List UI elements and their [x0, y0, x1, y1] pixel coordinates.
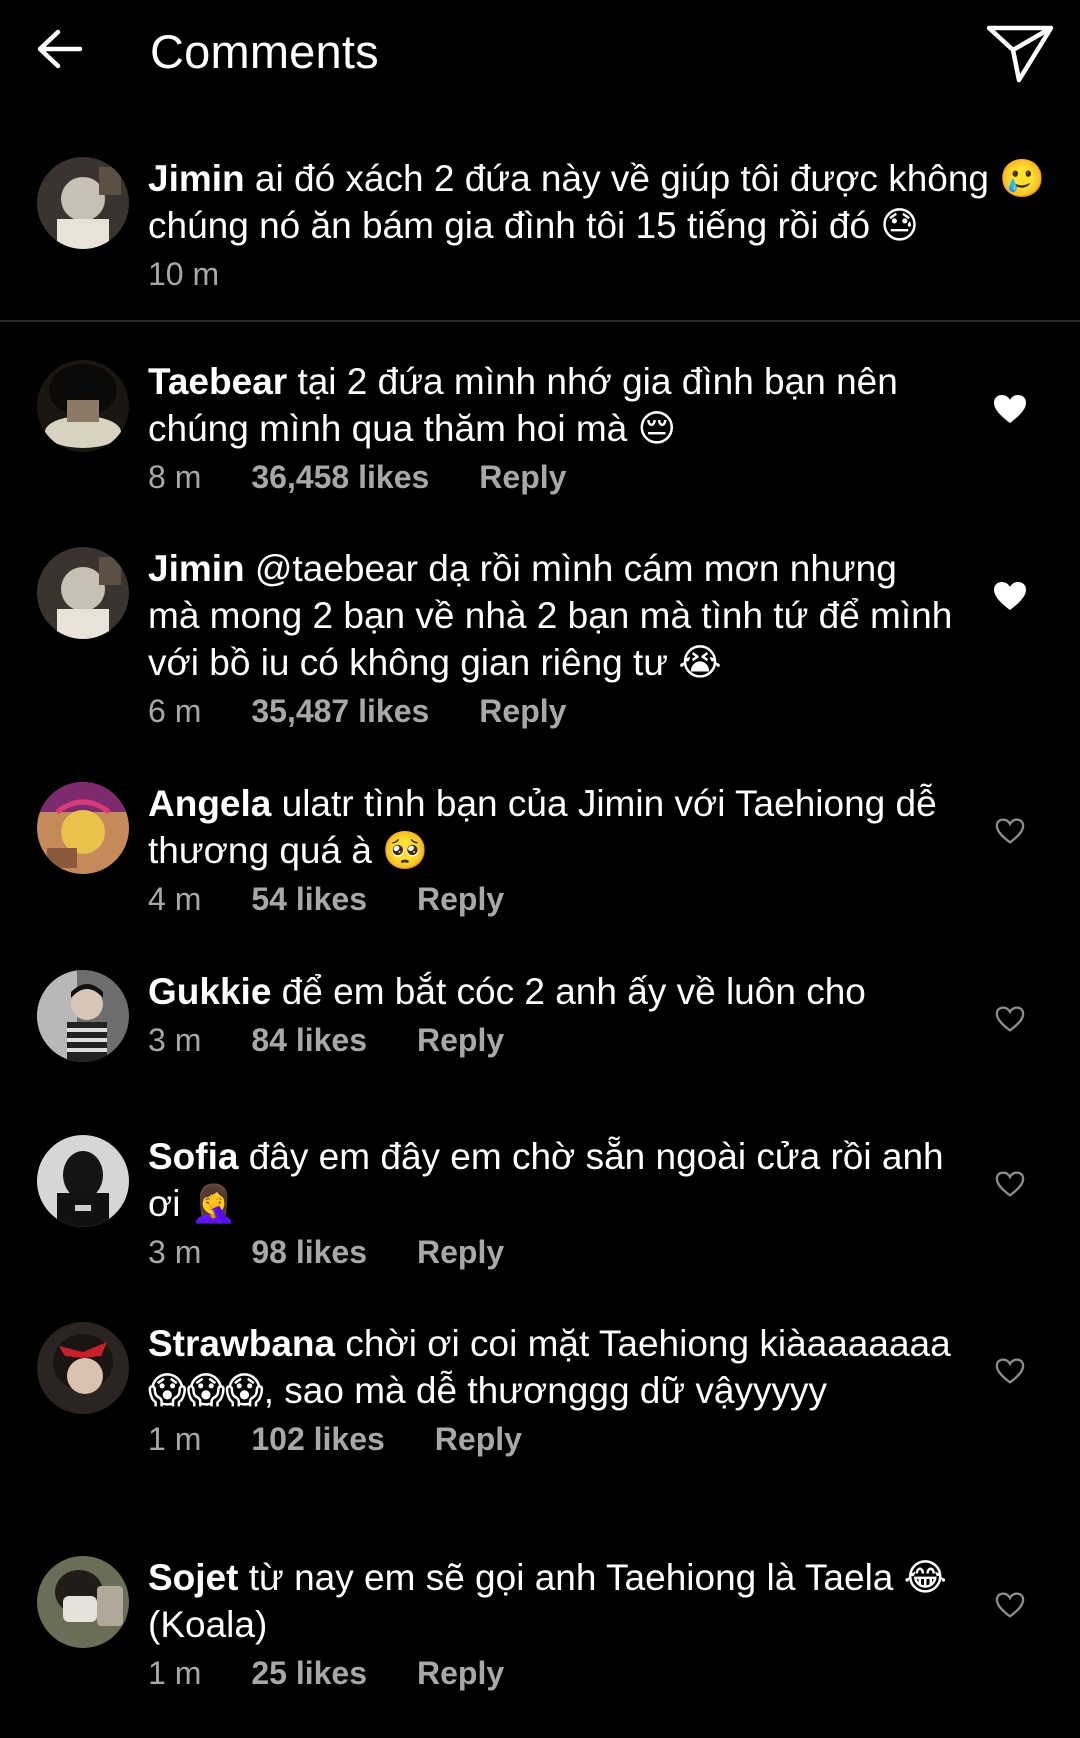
comment-time: 3 m [148, 1022, 202, 1058]
comment-likes[interactable]: 54 likes [251, 878, 367, 920]
reply-button[interactable]: Reply [417, 1652, 504, 1694]
comment-username[interactable]: Strawbana [148, 1323, 335, 1364]
comment-time: 4 m [148, 881, 202, 917]
arrow-left-icon [36, 29, 83, 74]
comment-text: Strawbana chời ơi coi mặt Taehiong kiàaa… [148, 1320, 953, 1414]
heart-outline-icon [994, 1591, 1026, 1624]
comment-likes[interactable]: 84 likes [251, 1019, 367, 1061]
heart-outline-icon [994, 1357, 1026, 1390]
avatar[interactable] [37, 360, 129, 452]
avatar[interactable] [37, 157, 129, 249]
comment-username[interactable]: Angela [148, 783, 271, 824]
comment-username[interactable]: Sojet [148, 1557, 238, 1598]
avatar[interactable] [37, 970, 129, 1062]
like-button[interactable] [990, 1166, 1030, 1206]
avatar[interactable] [37, 1135, 129, 1227]
comment-meta: 6 m 35,487 likes Reply [148, 690, 1048, 732]
share-button[interactable] [980, 20, 1060, 90]
comment-likes[interactable]: 25 likes [251, 1652, 367, 1694]
like-button[interactable] [990, 1001, 1030, 1041]
reply-button[interactable]: Reply [435, 1418, 522, 1460]
comment-text: Taebear tại 2 đứa mình nhớ gia đình bạn … [148, 358, 953, 452]
heart-outline-icon [994, 817, 1026, 850]
comment-text: Gukkie để em bắt cóc 2 anh ấy về luôn ch… [148, 968, 953, 1015]
comment-likes[interactable]: 35,487 likes [251, 690, 429, 732]
reply-button[interactable]: Reply [479, 456, 566, 498]
comment-text: Angela ulatr tình bạn của Jimin với Taeh… [148, 780, 953, 874]
comment-text: Sofia đây em đây em chờ sẵn ngoài cửa rồ… [148, 1133, 953, 1227]
comment-body: @taebear dạ rồi mình cám mơn nhưng mà mo… [148, 548, 953, 683]
comment-text: Jimin @taebear dạ rồi mình cám mơn nhưng… [148, 545, 953, 686]
reply-button[interactable]: Reply [479, 690, 566, 732]
comment-time: 10 m [148, 256, 220, 292]
header-bar: Comments [0, 0, 1080, 108]
comment-time: 6 m [148, 693, 202, 729]
avatar[interactable] [37, 782, 129, 874]
heart-filled-icon [992, 580, 1028, 617]
comment-body: để em bắt cóc 2 anh ấy về luôn cho [271, 971, 866, 1012]
comment-meta: 4 m 54 likes Reply [148, 878, 1048, 920]
comment-likes[interactable]: 98 likes [251, 1231, 367, 1273]
like-button[interactable] [990, 1587, 1030, 1627]
reply-button[interactable]: Reply [417, 1019, 504, 1061]
comment-meta: 10 m [148, 253, 1048, 295]
comment-text: Jimin ai đó xách 2 đứa này về giúp tôi đ… [148, 155, 1048, 249]
like-button[interactable] [990, 1353, 1030, 1393]
page-title: Comments [150, 25, 379, 78]
comment-likes[interactable]: 102 likes [251, 1418, 384, 1460]
divider [0, 320, 1080, 322]
heart-filled-icon [992, 393, 1028, 430]
avatar[interactable] [37, 1322, 129, 1414]
comment-body: ai đó xách 2 đứa này về giúp tôi được kh… [148, 158, 1046, 246]
heart-outline-icon [994, 1005, 1026, 1038]
comment-body: đây em đây em chờ sẵn ngoài cửa rồi anh … [148, 1136, 944, 1224]
comment-meta: 3 m 84 likes Reply [148, 1019, 1048, 1061]
comment-meta: 3 m 98 likes Reply [148, 1231, 1048, 1273]
like-button[interactable] [990, 813, 1030, 853]
comment-likes[interactable]: 36,458 likes [251, 456, 429, 498]
avatar[interactable] [37, 1556, 129, 1648]
avatar[interactable] [37, 547, 129, 639]
comment-text: Sojet từ nay em sẽ gọi anh Taehiong là T… [148, 1554, 953, 1648]
like-button[interactable] [990, 578, 1030, 618]
comment-meta: 1 m 102 likes Reply [148, 1418, 1048, 1460]
heart-outline-icon [994, 1170, 1026, 1203]
comment-username[interactable]: Gukkie [148, 971, 271, 1012]
reply-button[interactable]: Reply [417, 1231, 504, 1273]
comment-time: 1 m [148, 1421, 202, 1457]
comment-username[interactable]: Jimin [148, 158, 245, 199]
comment-meta: 1 m 25 likes Reply [148, 1652, 1048, 1694]
comment-time: 8 m [148, 459, 202, 495]
like-button[interactable] [990, 391, 1030, 431]
comment-body: từ nay em sẽ gọi anh Taehiong là Taela 😂… [148, 1557, 947, 1645]
comment-username[interactable]: Taebear [148, 361, 287, 402]
comment-time: 3 m [148, 1234, 202, 1270]
comment-username[interactable]: Jimin [148, 548, 245, 589]
comment-meta: 8 m 36,458 likes Reply [148, 456, 1048, 498]
paper-plane-icon [985, 22, 1055, 89]
comment-username[interactable]: Sofia [148, 1136, 238, 1177]
comment-time: 1 m [148, 1655, 202, 1691]
back-button[interactable] [28, 20, 90, 82]
reply-button[interactable]: Reply [417, 878, 504, 920]
